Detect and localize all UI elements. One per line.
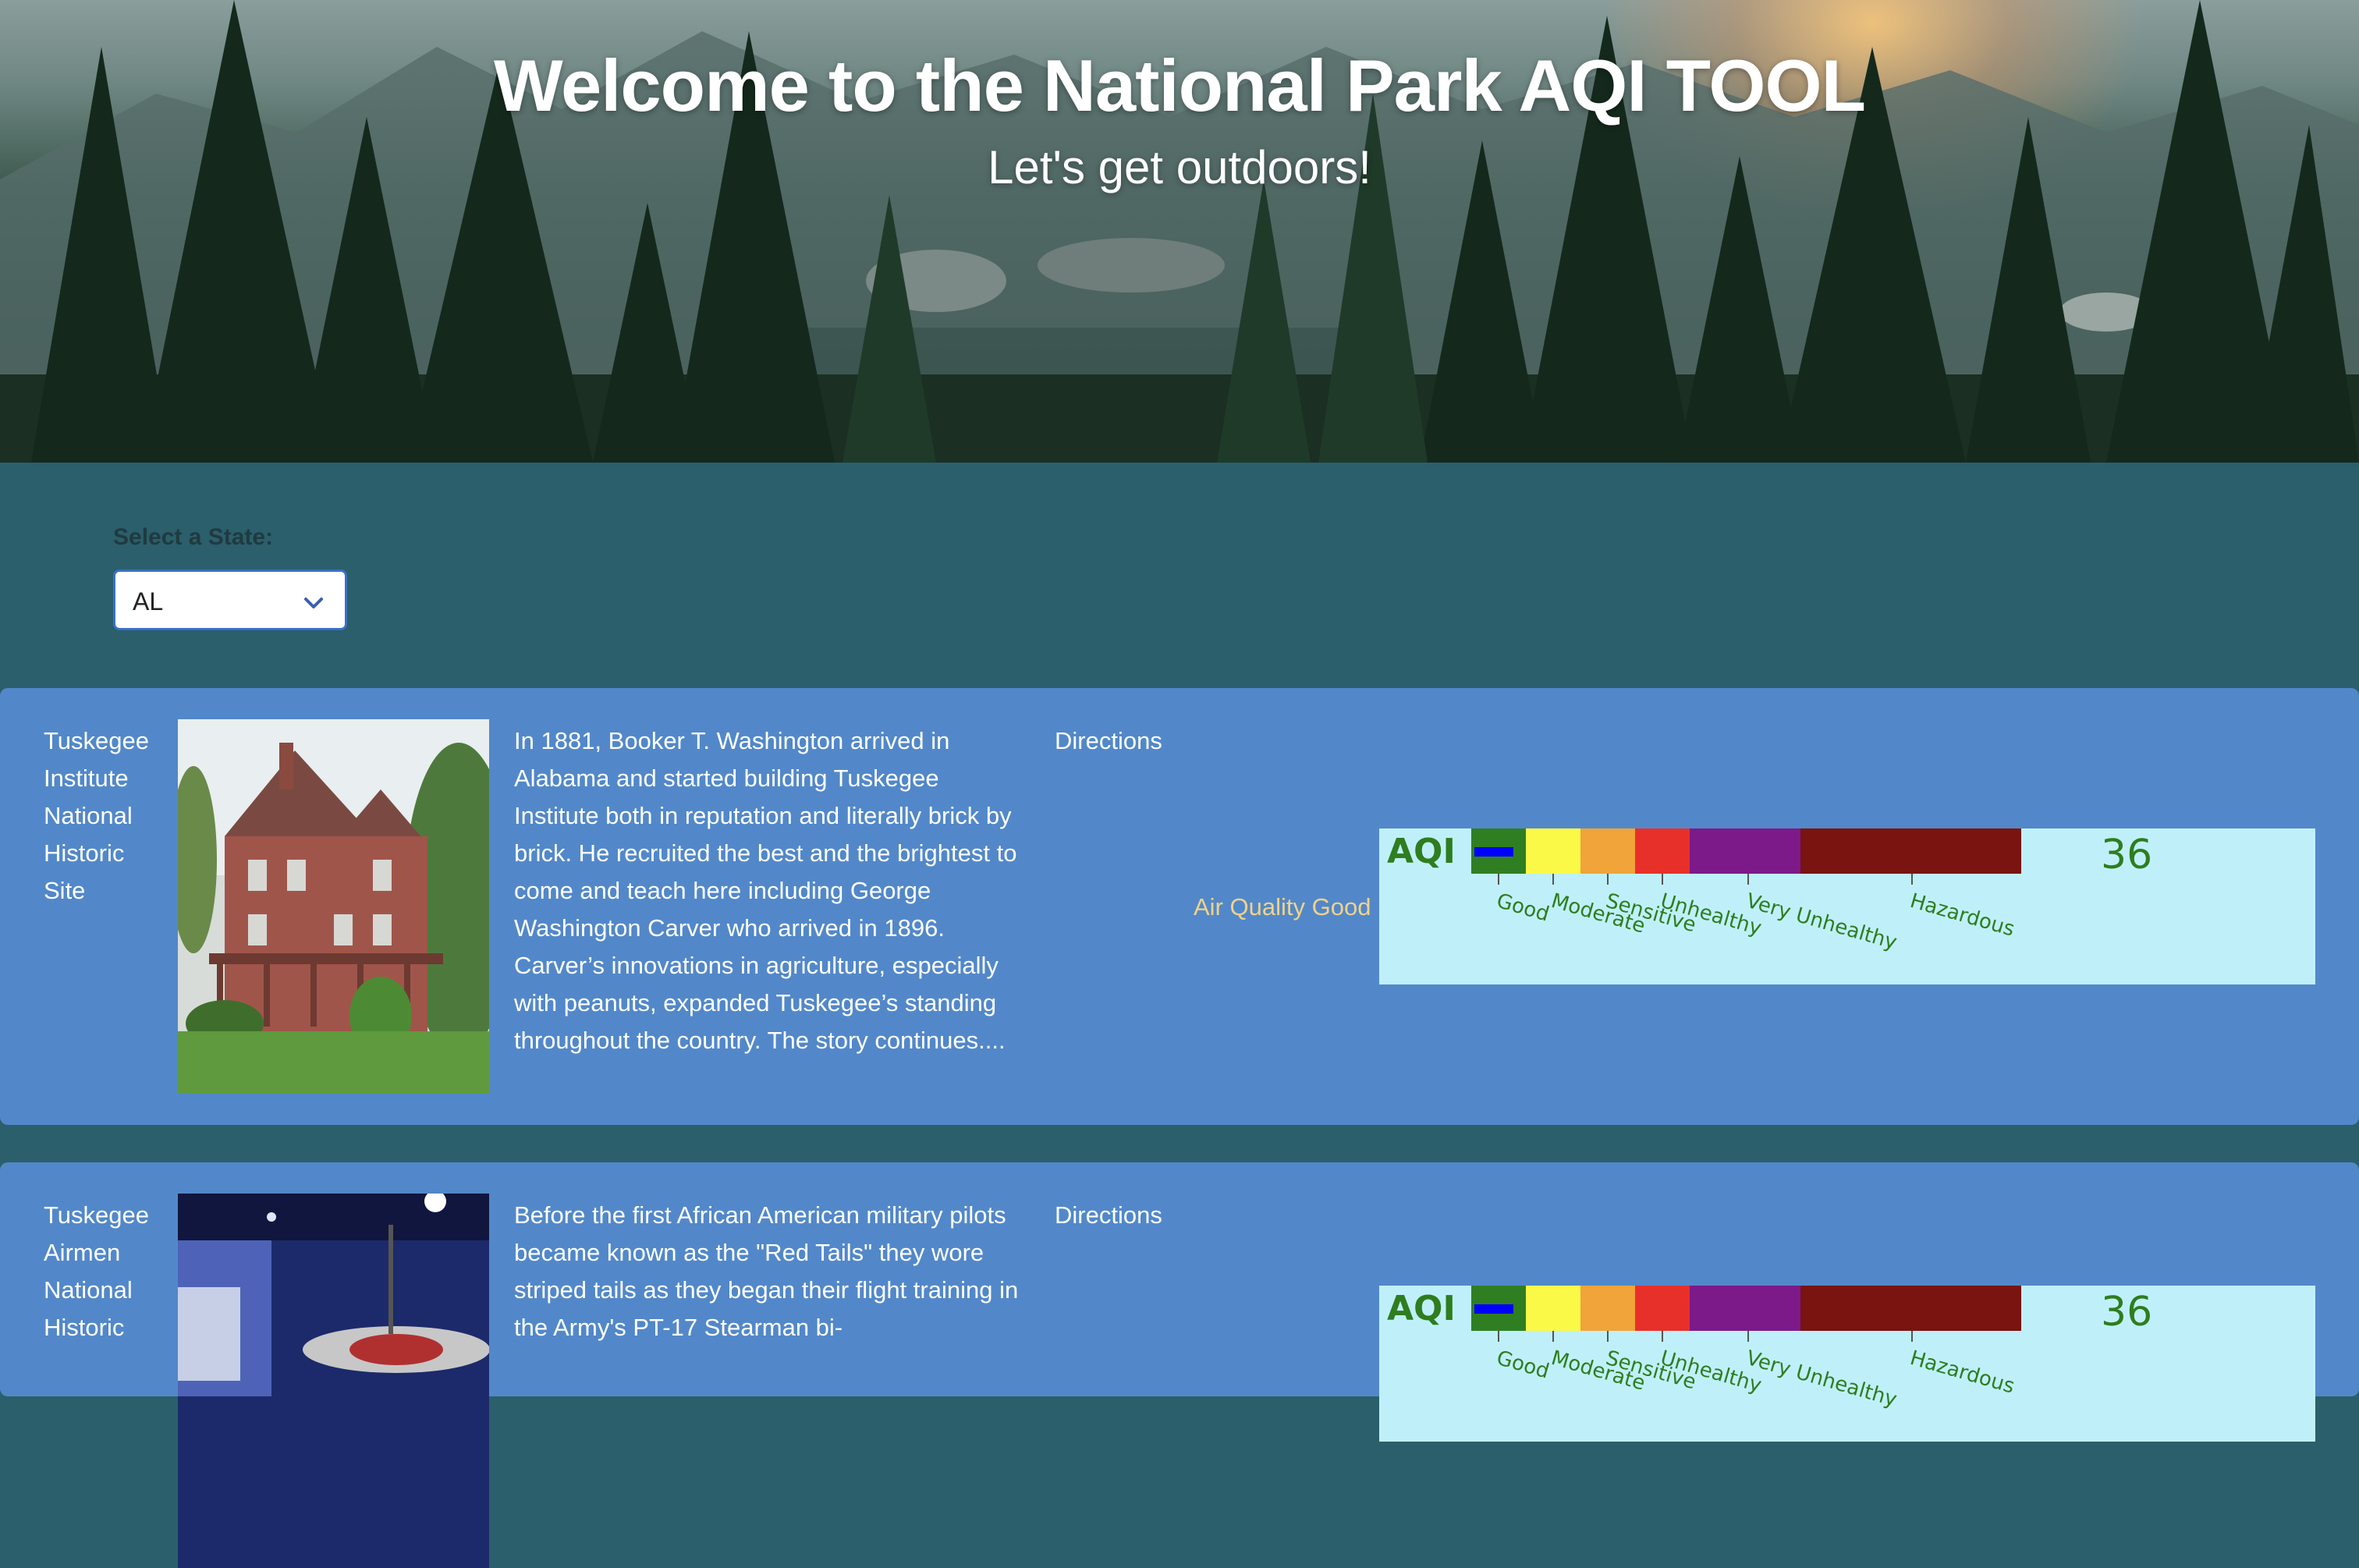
aqi-category-label: Good — [1494, 1346, 1552, 1384]
aqi-gauge: AQI Good Moderate Sensitive Unhealthy Very U… — [1379, 828, 2315, 984]
aqi-segment-hazardous — [1800, 1286, 2021, 1331]
park-description: Before the first African American milita… — [514, 1201, 1019, 1341]
page-title: Welcome to the National Park AQI TOOL — [493, 44, 1866, 126]
park-photo — [178, 719, 489, 1094]
park-photo — [178, 1194, 489, 1568]
state-select[interactable]: AL — [113, 569, 347, 630]
park-card: Tuskegee Airmen National Historic Before… — [0, 1162, 2359, 1568]
aqi-segment-sensitive — [1580, 1286, 1635, 1331]
aqi-color-scale: GoodModerateSensitiveUnhealthyVery Unhea… — [1471, 1286, 2021, 1412]
aqi-marker — [1474, 1304, 1513, 1314]
park-description: In 1881, Booker T. Washington arrived in… — [514, 727, 1017, 1054]
directions-link[interactable]: Directions — [1055, 1197, 1162, 1234]
aqi-segment-sensitive — [1580, 828, 1635, 874]
aqi-segment-very-unhealthy — [1690, 828, 1800, 874]
aqi-segment-hazardous — [1800, 828, 2021, 874]
aqi-category-label: Hazardous — [1907, 889, 2017, 942]
aqi-segment-very-unhealthy — [1690, 1286, 1800, 1331]
aqi-segment-moderate — [1526, 828, 1580, 874]
state-select-value: AL — [133, 587, 164, 615]
aqi-category-label: Very Unhealthy — [1744, 1346, 1900, 1412]
aqi-category-label: Hazardous — [1907, 1346, 2017, 1399]
park-name: Tuskegee Institute National Historic Sit… — [44, 727, 149, 904]
aqi-gauge: AQI Good Moderate Sensitive Unhealthy Very U… — [1379, 1286, 2315, 1442]
page-subtitle: Let's get outdoors! — [988, 141, 1371, 193]
directions-link[interactable]: Directions — [1055, 722, 1162, 760]
air-quality-status: Air Quality Good — [1194, 893, 1371, 921]
aqi-value: 36 — [2101, 832, 2153, 878]
aqi-segment-unhealthy — [1635, 1286, 1690, 1331]
chevron-down-icon — [304, 598, 323, 608]
hero-banner: Welcome to the National Park AQI TOOL Le… — [0, 0, 2359, 463]
park-name: Tuskegee Airmen National Historic — [44, 1201, 149, 1341]
state-select-label: Select a State: — [113, 524, 274, 550]
aqi-segment-moderate — [1526, 1286, 1580, 1331]
aqi-category-label: Very Unhealthy — [1744, 889, 1900, 955]
aqi-segment-unhealthy — [1635, 828, 1690, 874]
park-card: Tuskegee Institute National Historic Sit… — [0, 688, 2359, 1125]
aqi-value: 36 — [2101, 1289, 2153, 1336]
aqi-marker — [1474, 847, 1513, 857]
aqi-color-scale: GoodModerateSensitiveUnhealthyVery Unhea… — [1471, 828, 2021, 955]
aqi-category-label: Good — [1494, 889, 1552, 927]
